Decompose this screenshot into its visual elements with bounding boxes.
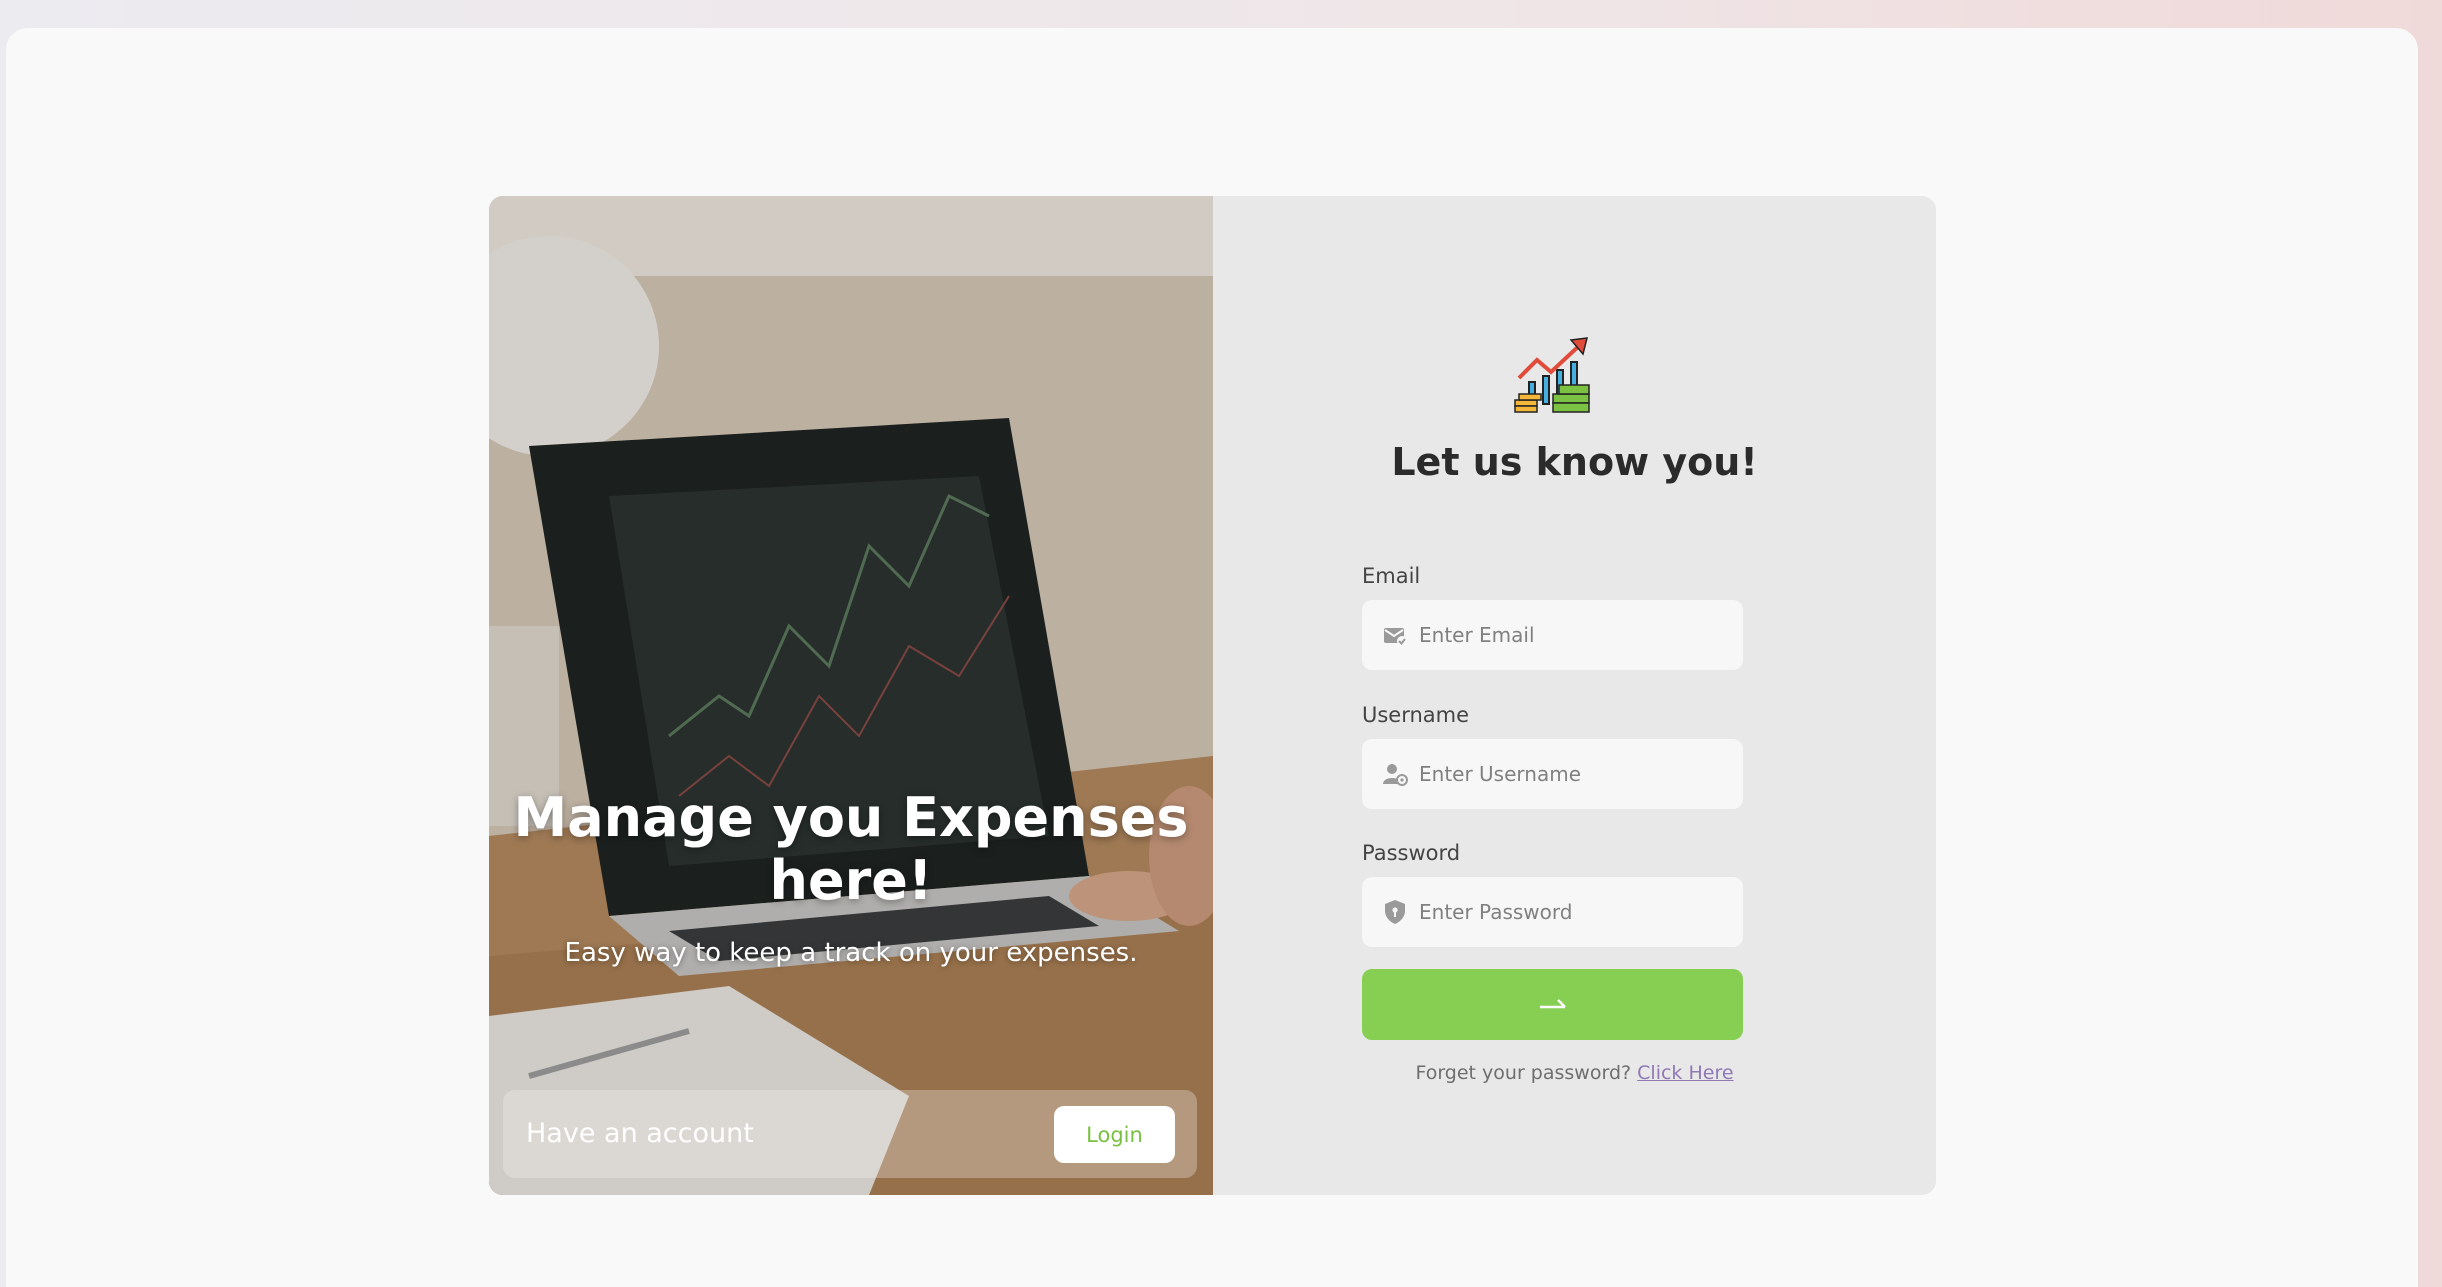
hero-subtitle: Easy way to keep a track on your expense… [564,938,1138,968]
submit-button[interactable] [1362,969,1743,1040]
user-icon [1383,764,1408,786]
email-input[interactable] [1419,600,1729,670]
account-prompt: Have an account [526,1118,754,1149]
arrow-right-icon [1540,999,1566,1009]
signup-card: Manage you Expenses here! Easy way to ke… [489,196,1936,1195]
forgot-password-link[interactable]: Click Here [1637,1062,1733,1084]
password-field-wrapper [1362,877,1743,947]
form-title: Let us know you! [1391,440,1758,484]
forgot-password-text: Forget your password? [1415,1062,1632,1084]
password-input[interactable] [1419,877,1729,947]
username-field-wrapper [1362,739,1743,809]
email-field-wrapper [1362,600,1743,670]
signup-form-panel: Let us know you! Email Username Password [1213,196,1936,1195]
login-button[interactable]: Login [1054,1106,1175,1163]
username-label: Username [1362,703,1470,727]
username-input[interactable] [1419,739,1729,809]
forgot-password-row: Forget your password? Click Here [1213,1062,1936,1084]
shield-icon [1385,900,1405,924]
email-icon [1384,628,1407,646]
hero-background-image [489,196,1213,1195]
hero-panel: Manage you Expenses here! Easy way to ke… [489,196,1213,1195]
finance-chart-icon [1514,337,1590,413]
account-bar: Have an account Login [503,1090,1197,1178]
password-label: Password [1362,841,1461,865]
email-label: Email [1362,564,1421,588]
hero-title: Manage you Expenses here! [513,786,1189,912]
